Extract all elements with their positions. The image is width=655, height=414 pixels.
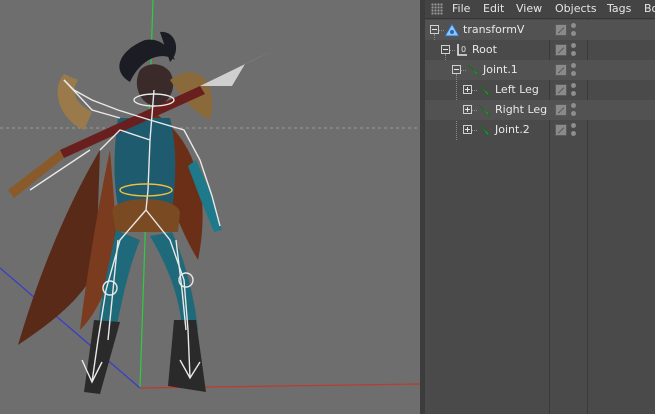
tree-row-joint-1[interactable]: Joint.1 bbox=[425, 54, 655, 80]
joint-icon bbox=[478, 124, 491, 137]
render-visibility-icon[interactable] bbox=[571, 123, 577, 137]
render-visibility-icon[interactable] bbox=[571, 63, 577, 77]
menu-edit[interactable]: Edit bbox=[483, 0, 504, 18]
tree-connector bbox=[445, 54, 446, 60]
editor-visibility-icon[interactable] bbox=[555, 84, 567, 96]
tree-row-joint-2[interactable]: Joint.2 bbox=[425, 120, 655, 140]
tree-row-right-leg[interactable]: Right Leg bbox=[425, 100, 655, 120]
menu-tags[interactable]: Tags bbox=[607, 0, 631, 18]
render-visibility-icon[interactable] bbox=[571, 83, 577, 97]
tree-item-label: Left Leg bbox=[495, 83, 539, 96]
tree-connector bbox=[434, 34, 435, 40]
menu-view[interactable]: View bbox=[516, 0, 542, 18]
editor-visibility-icon[interactable] bbox=[555, 64, 567, 76]
menu-file[interactable]: File bbox=[452, 0, 470, 18]
joint-icon bbox=[478, 104, 491, 117]
editor-visibility-icon[interactable] bbox=[555, 124, 567, 136]
null-object-icon bbox=[444, 23, 460, 37]
expand-toggle-icon[interactable] bbox=[463, 105, 472, 114]
3d-viewport[interactable] bbox=[0, 0, 420, 414]
editor-visibility-icon[interactable] bbox=[555, 24, 567, 36]
tree-item-label: Root bbox=[472, 43, 497, 56]
tree-item-label: Right Leg bbox=[495, 103, 548, 116]
root-joint-icon: 0 bbox=[457, 44, 467, 56]
render-visibility-icon[interactable] bbox=[571, 103, 577, 117]
render-visibility-icon[interactable] bbox=[571, 43, 577, 57]
tree-item-label: Joint.2 bbox=[495, 123, 530, 136]
svg-text:0: 0 bbox=[461, 45, 466, 54]
collapse-toggle-icon[interactable] bbox=[452, 65, 461, 74]
tree-row-left-leg[interactable]: Left Leg bbox=[425, 74, 655, 140]
joint-icon bbox=[478, 84, 491, 97]
collapse-toggle-icon[interactable] bbox=[441, 45, 450, 54]
object-manager-panel: File Edit View Objects Tags Bo transform… bbox=[425, 0, 655, 414]
editor-visibility-icon[interactable] bbox=[555, 44, 567, 56]
tree-item-label: Joint.1 bbox=[483, 63, 518, 76]
editor-visibility-icon[interactable] bbox=[555, 104, 567, 116]
collapse-toggle-icon[interactable] bbox=[430, 25, 439, 34]
menu-objects[interactable]: Objects bbox=[555, 0, 597, 18]
expand-toggle-icon[interactable] bbox=[463, 125, 472, 134]
render-visibility-icon[interactable] bbox=[571, 23, 577, 37]
tree-row-root[interactable]: 0 Root bbox=[425, 34, 655, 60]
menu-bookmarks[interactable]: Bo bbox=[644, 0, 655, 18]
joint-icon bbox=[467, 64, 480, 77]
viewport-scene bbox=[0, 0, 420, 394]
object-manager-menubar: File Edit View Objects Tags Bo bbox=[425, 0, 655, 19]
panel-grip-icon[interactable] bbox=[431, 3, 443, 15]
expand-toggle-icon[interactable] bbox=[463, 85, 472, 94]
tree-item-label: transformV bbox=[463, 23, 525, 36]
tree-row-transformv[interactable]: transformV bbox=[425, 20, 655, 40]
